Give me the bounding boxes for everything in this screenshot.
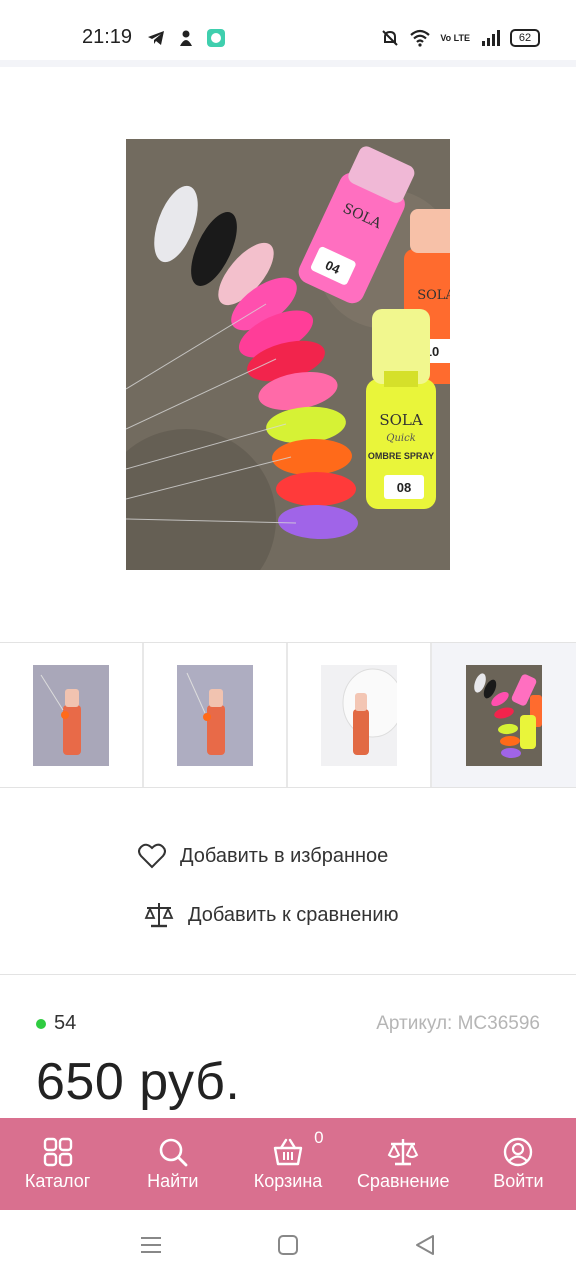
basket-icon: [273, 1138, 303, 1165]
nav-catalog[interactable]: Каталог: [0, 1118, 115, 1210]
heart-icon: [138, 843, 166, 869]
sku-label: Артикул: MC36596: [376, 1013, 540, 1034]
signal-icon: [482, 30, 500, 46]
thumbnail-3[interactable]: [288, 643, 432, 787]
bottom-navigation: Каталог Найти 0 Корзина Сравнение Войти: [0, 1118, 576, 1210]
nav-search-label: Найти: [147, 1170, 199, 1191]
back-icon[interactable]: [414, 1234, 436, 1256]
nav-login[interactable]: Войти: [461, 1118, 576, 1210]
product-price: 650 руб.: [36, 1053, 241, 1111]
app-icon: [180, 30, 192, 46]
header-strip: [0, 60, 576, 67]
thumbnail-image-3: [321, 664, 397, 766]
bottle-product-label: OMBRE SPRAY: [368, 451, 434, 461]
nav-compare[interactable]: Сравнение: [346, 1118, 461, 1210]
bottle-number-08: 08: [397, 480, 411, 495]
user-icon: [504, 1137, 533, 1166]
thumbnail-image-4: [466, 664, 542, 766]
nav-catalog-label: Каталог: [24, 1170, 91, 1191]
in-stock-dot: [36, 1018, 46, 1029]
search-icon: [159, 1138, 188, 1166]
thumbnail-2[interactable]: [144, 643, 288, 787]
telegram-icon: [148, 31, 164, 45]
add-to-compare-label: Добавить к сравнению: [188, 903, 399, 926]
add-to-favorites-button[interactable]: Добавить в избранное: [138, 843, 388, 869]
thumbnail-image-1: [33, 664, 109, 766]
nav-cart-label: Корзина: [253, 1170, 323, 1191]
home-icon[interactable]: [277, 1234, 299, 1256]
section-divider: [0, 974, 576, 975]
system-navigation-bar: [0, 1210, 576, 1280]
scales-icon: [144, 903, 174, 928]
add-to-compare-button[interactable]: Добавить к сравнению: [144, 901, 399, 929]
stock-count: 54: [54, 1012, 77, 1034]
bell-muted-icon: [382, 30, 399, 46]
stock-indicator: 54: [36, 1012, 76, 1035]
thumbnail-strip: [0, 642, 576, 788]
scales-icon: [387, 1138, 419, 1165]
wifi-icon: [410, 29, 431, 47]
bottle-brand-label-3: SOLA: [379, 411, 423, 429]
cart-count-badge: 0: [314, 1128, 324, 1147]
nav-compare-label: Сравнение: [356, 1170, 450, 1191]
bottle-brand-label-2: SOLA: [417, 288, 450, 303]
thumbnail-image-2: [177, 664, 253, 766]
volte-icon: Vo LTE: [440, 32, 470, 43]
add-to-favorites-label: Добавить в избранное: [180, 844, 389, 867]
status-time: 21:19: [82, 26, 133, 48]
bottle-sublabel: Quick: [386, 433, 416, 444]
nav-login-label: Войти: [493, 1170, 544, 1191]
grid-icon: [43, 1137, 72, 1166]
nav-search[interactable]: Найти: [115, 1118, 230, 1210]
thumbnail-4[interactable]: [432, 643, 576, 787]
menu-icon[interactable]: [140, 1234, 162, 1256]
product-main-image[interactable]: SOLA 04 SOLA 10 SOLA Quick OMBRE SPRAY 0…: [126, 139, 450, 570]
status-bar: 21:19 Vo LTE 62: [0, 0, 576, 60]
thumbnail-1[interactable]: [0, 643, 144, 787]
chat-icon: [207, 29, 225, 47]
nav-cart[interactable]: 0 Корзина: [230, 1118, 345, 1210]
battery-indicator: 62: [510, 29, 540, 47]
